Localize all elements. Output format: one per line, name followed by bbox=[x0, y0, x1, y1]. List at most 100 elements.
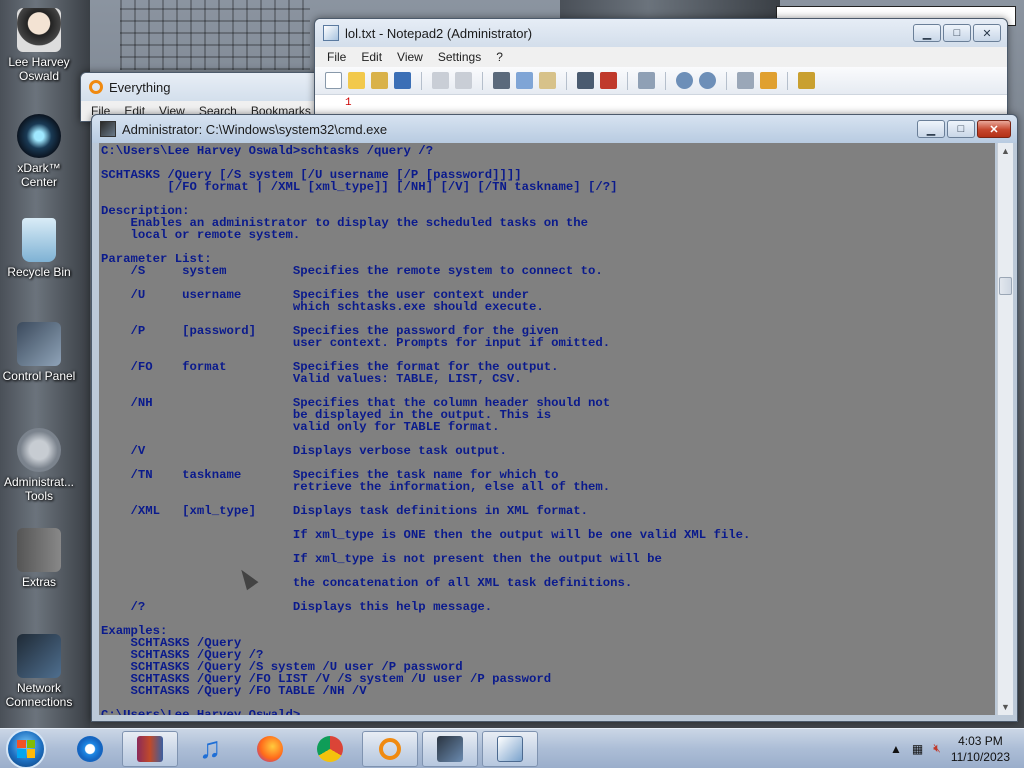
background-building-right bbox=[560, 0, 780, 20]
desktop-icon-extras[interactable]: Extras bbox=[1, 528, 77, 589]
desktop-icon-label: Recycle Bin bbox=[7, 265, 71, 279]
menu-help[interactable]: ? bbox=[496, 50, 503, 64]
maximize-button[interactable]: □ bbox=[943, 24, 971, 42]
cmd-output: C:\Users\Lee Harvey Oswald>schtasks /que… bbox=[101, 144, 751, 715]
desktop-icon-lee-harvey-oswald[interactable]: Lee Harvey Oswald bbox=[1, 8, 77, 83]
toolbar-separator bbox=[787, 71, 788, 90]
taskbar-music-player[interactable]: ♫ bbox=[182, 731, 238, 767]
taskbar: ♫ ▲ ▦ 🔇︎ 4:03 PM 11/10/2023 bbox=[0, 728, 1024, 768]
desktop-icon-control-panel[interactable]: Control Panel bbox=[1, 322, 77, 383]
close-button[interactable]: ✕ bbox=[973, 24, 1001, 42]
menu-edit[interactable]: Edit bbox=[361, 50, 382, 64]
line-number: 1 bbox=[345, 97, 352, 109]
toolbar-separator bbox=[566, 71, 567, 90]
paste-icon[interactable] bbox=[539, 72, 556, 89]
desktop-icon-label: Extras bbox=[21, 575, 56, 589]
notepad2-toolbar bbox=[315, 67, 1007, 95]
maximize-button[interactable]: □ bbox=[947, 120, 975, 138]
scrollbar-thumb[interactable] bbox=[999, 277, 1012, 295]
user-avatar-icon bbox=[17, 8, 61, 52]
notepad2-titlebar[interactable]: lol.txt - Notepad2 (Administrator) ▁ □ ✕ bbox=[315, 19, 1007, 47]
everything-title: Everything bbox=[109, 79, 171, 95]
clock[interactable]: 4:03 PM 11/10/2023 bbox=[951, 733, 1010, 765]
taskbar-notepad2[interactable] bbox=[482, 730, 538, 767]
toolbar-separator bbox=[665, 71, 666, 90]
cmd-console[interactable]: C:\Users\Lee Harvey Oswald>schtasks /que… bbox=[99, 143, 995, 715]
notepad2-edit-area[interactable]: 1 bbox=[315, 95, 1007, 115]
vertical-scrollbar[interactable]: ▲ ▼ bbox=[997, 143, 1013, 715]
taskbar-everything[interactable] bbox=[362, 730, 418, 767]
copy-icon[interactable] bbox=[516, 72, 533, 89]
background-window-grid bbox=[120, 0, 310, 70]
winrar-icon bbox=[137, 735, 163, 762]
undo-icon[interactable] bbox=[432, 72, 449, 89]
always-on-top-icon[interactable] bbox=[798, 72, 815, 89]
network-connections-icon bbox=[17, 634, 61, 678]
word-wrap-icon[interactable] bbox=[638, 72, 655, 89]
browse-icon[interactable] bbox=[371, 72, 388, 89]
find-icon[interactable] bbox=[577, 72, 594, 89]
desktop-icon-xdark-center[interactable]: xDark™ Center bbox=[1, 114, 77, 189]
redo-icon[interactable] bbox=[455, 72, 472, 89]
extras-icon bbox=[17, 528, 61, 572]
notepad-icon bbox=[323, 25, 339, 41]
toolbar-separator bbox=[482, 71, 483, 90]
recycle-bin-icon bbox=[22, 218, 56, 262]
save-icon[interactable] bbox=[394, 72, 411, 89]
taskbar-cmd[interactable] bbox=[422, 730, 478, 767]
desktop-icon-label: Network Connections bbox=[5, 681, 73, 709]
scheme-icon[interactable] bbox=[737, 72, 754, 89]
cmd-titlebar[interactable]: Administrator: C:\Windows\system32\cmd.e… bbox=[92, 115, 1017, 143]
scroll-up-arrow-icon[interactable]: ▲ bbox=[998, 143, 1013, 159]
minimize-button[interactable]: ▁ bbox=[913, 24, 941, 42]
replace-icon[interactable] bbox=[600, 72, 617, 89]
zoom-in-icon[interactable] bbox=[676, 72, 693, 89]
notepad2-window[interactable]: lol.txt - Notepad2 (Administrator) ▁ □ ✕… bbox=[314, 18, 1008, 115]
internet-explorer-icon bbox=[77, 735, 103, 762]
cmd-icon bbox=[437, 735, 463, 762]
desktop-icon-network-connections[interactable]: Network Connections bbox=[1, 634, 77, 709]
cut-icon[interactable] bbox=[493, 72, 510, 89]
magnifier-icon bbox=[89, 80, 103, 94]
menu-settings[interactable]: Settings bbox=[438, 50, 481, 64]
notepad2-menu-bar: File Edit View Settings ? bbox=[315, 47, 1007, 67]
open-folder-icon[interactable] bbox=[348, 72, 365, 89]
chrome-icon bbox=[317, 735, 343, 762]
volume-muted-icon[interactable]: 🔇︎ bbox=[933, 741, 941, 756]
notepad2-title: lol.txt - Notepad2 (Administrator) bbox=[345, 25, 533, 41]
system-tray: ▲ ▦ 🔇︎ 4:03 PM 11/10/2023 bbox=[890, 733, 1010, 765]
windows-logo-icon bbox=[17, 739, 35, 758]
toolbar-separator bbox=[421, 71, 422, 90]
control-panel-icon bbox=[17, 322, 61, 366]
taskbar-internet-explorer[interactable] bbox=[62, 731, 118, 767]
desktop-icon-administrative-tools[interactable]: Administrat... Tools bbox=[1, 428, 77, 503]
taskbar-chrome[interactable] bbox=[302, 731, 358, 767]
clock-time: 4:03 PM bbox=[958, 733, 1003, 748]
menu-file[interactable]: File bbox=[327, 50, 346, 64]
start-button[interactable] bbox=[6, 728, 46, 768]
everything-titlebar[interactable]: Everything bbox=[81, 73, 319, 101]
taskbar-firefox[interactable] bbox=[242, 731, 298, 767]
network-icon[interactable]: ▦ bbox=[912, 742, 923, 756]
firefox-icon bbox=[257, 735, 283, 762]
notepad-icon bbox=[497, 735, 523, 762]
desktop-icon-label: Control Panel bbox=[2, 369, 76, 383]
zoom-out-icon[interactable] bbox=[699, 72, 716, 89]
toolbar-separator bbox=[627, 71, 628, 90]
desktop-icon-label: Administrat... Tools bbox=[3, 475, 75, 503]
show-hidden-icons-icon[interactable]: ▲ bbox=[890, 742, 902, 756]
desktop-icon-recycle-bin[interactable]: Recycle Bin bbox=[1, 218, 77, 279]
desktop-icon-label: xDark™ Center bbox=[17, 161, 61, 189]
toolbar-separator bbox=[726, 71, 727, 90]
menu-view[interactable]: View bbox=[397, 50, 423, 64]
cmd-window[interactable]: Administrator: C:\Windows\system32\cmd.e… bbox=[91, 114, 1018, 722]
clock-date: 11/10/2023 bbox=[950, 749, 1010, 764]
close-button[interactable]: ✕ bbox=[977, 120, 1011, 138]
cmd-title: Administrator: C:\Windows\system32\cmd.e… bbox=[122, 121, 388, 137]
scroll-down-arrow-icon[interactable]: ▼ bbox=[998, 699, 1013, 715]
customize-icon[interactable] bbox=[760, 72, 777, 89]
new-file-icon[interactable] bbox=[325, 72, 342, 89]
minimize-button[interactable]: ▁ bbox=[917, 120, 945, 138]
taskbar-winrar[interactable] bbox=[122, 730, 178, 767]
desktop-icon-label: Lee Harvey Oswald bbox=[8, 55, 70, 83]
